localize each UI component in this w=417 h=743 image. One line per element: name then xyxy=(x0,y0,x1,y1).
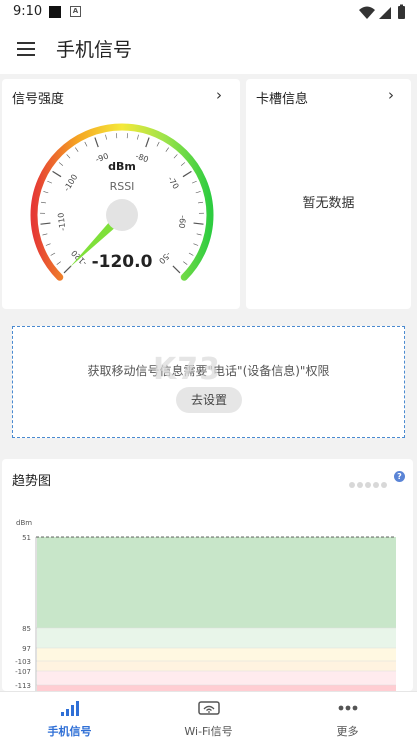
nav-item-more[interactable]: 更多 xyxy=(278,692,417,743)
gauge-minor-tick xyxy=(198,201,204,204)
nav-item-phone-signal[interactable]: 手机信号 xyxy=(0,692,139,743)
status-time: 9:10 xyxy=(13,4,43,19)
gauge-minor-tick xyxy=(75,147,79,152)
gauge-minor-tick xyxy=(42,233,48,236)
gauge-hub xyxy=(106,199,138,231)
gauge-tick-label: -80 xyxy=(134,151,149,164)
gauge-value: -120.0 xyxy=(92,252,153,272)
trend-tick-label: 97 xyxy=(22,645,31,653)
gauge-minor-tick xyxy=(137,134,139,140)
trend-tick-label: -103 xyxy=(15,658,31,666)
trend-band xyxy=(37,648,396,661)
bottom-navigation: 手机信号 Wi-Fi信号 更多 xyxy=(0,691,417,743)
more-dots-icon xyxy=(338,705,358,711)
gauge-minor-tick xyxy=(43,191,49,194)
status-icons xyxy=(359,4,405,19)
gauge-minor-tick xyxy=(45,243,51,246)
menu-icon[interactable] xyxy=(14,37,38,61)
gauge-minor-tick xyxy=(47,180,53,184)
trend-tick-label: 51 xyxy=(22,534,31,542)
gauge-minor-tick xyxy=(105,134,107,140)
gauge-minor-tick xyxy=(50,252,56,256)
gauge-minor-tick xyxy=(165,147,169,152)
trend-chart: dBm 51 85 97 -103 -107 -113 xyxy=(15,519,396,691)
gauge-tick-label: -60 xyxy=(177,215,187,229)
gauge-major-tick xyxy=(145,137,150,148)
battery-icon xyxy=(398,6,405,19)
trend-tick-label: -113 xyxy=(15,682,31,690)
trend-y-axis-label: dBm xyxy=(16,519,32,527)
signal-gauge: -120-110-100-90-80-70-60-50 dBm RSSI -12… xyxy=(30,123,214,281)
trend-band xyxy=(37,537,396,628)
nav-label-more: 更多 xyxy=(336,725,359,738)
status-bar: 9:10 A xyxy=(0,0,417,24)
gauge-tick-label: -100 xyxy=(62,173,79,193)
nav-label-wifi-signal: Wi-Fi信号 xyxy=(184,725,233,738)
gauge-minor-tick xyxy=(191,180,197,184)
trend-card: 趋势图 ? dBm 51 85 97 -103 -107 -113 xyxy=(2,459,413,691)
gauge-minor-tick xyxy=(40,201,46,204)
k73-watermark-logo: K73 xyxy=(153,352,221,387)
trend-tick-label: 85 xyxy=(22,625,31,633)
gauge-minor-tick xyxy=(193,243,199,246)
sim-card-title: 卡槽信息 xyxy=(256,92,309,107)
gauge-measure: RSSI xyxy=(110,180,135,193)
gauge-tick-label: -70 xyxy=(166,175,181,191)
sim-slot-card[interactable]: 卡槽信息 › 暂无数据 xyxy=(246,79,411,309)
gauge-major-tick xyxy=(172,265,181,274)
gauge-minor-tick xyxy=(156,141,160,147)
sim-card-chevron-icon[interactable]: › xyxy=(388,86,394,104)
signal-bars-icon xyxy=(61,701,79,716)
nav-label-phone-signal: 手机信号 xyxy=(47,725,92,738)
gauge-major-tick xyxy=(94,137,99,148)
sim-empty-text: 暂无数据 xyxy=(302,196,355,211)
gauge-minor-tick xyxy=(173,154,178,159)
trend-tick-label: -107 xyxy=(15,668,31,676)
gauge-unit: dBm xyxy=(108,160,136,173)
notification-a-icon: A xyxy=(70,6,81,17)
gauge-minor-tick xyxy=(56,261,61,265)
signal-strength-card[interactable]: 信号强度 › -120-110-100-90-80-70-60-50 dBm R… xyxy=(2,79,240,309)
wifi-status-icon xyxy=(359,6,375,19)
gauge-minor-tick xyxy=(183,261,188,265)
permission-banner: 获取移动信号信息需要"电话"(设备信息)"权限 K73 去设置 xyxy=(12,326,405,438)
trend-tick-labels: 51 85 97 -103 -107 -113 xyxy=(15,534,31,690)
go-settings-button[interactable]: 去设置 xyxy=(176,387,242,413)
gauge-minor-tick xyxy=(58,162,64,166)
gauge-minor-tick xyxy=(84,141,88,147)
gauge-major-tick xyxy=(193,222,204,225)
gauge-major-tick xyxy=(52,170,62,178)
trend-band xyxy=(37,661,396,671)
cell-signal-icon xyxy=(379,7,391,19)
notification-square-icon xyxy=(49,6,61,18)
gauge-tick-label: -110 xyxy=(56,212,67,231)
gauge-minor-tick xyxy=(196,233,202,236)
trend-band xyxy=(37,628,396,648)
page-title: 手机信号 xyxy=(56,39,133,61)
gauge-major-tick xyxy=(182,170,192,178)
gauge-minor-tick xyxy=(188,252,194,256)
gauge-minor-tick xyxy=(66,154,71,159)
app-bar: 手机信号 xyxy=(0,24,417,74)
wifi-icon xyxy=(198,701,220,715)
nav-item-wifi-signal[interactable]: Wi-Fi信号 xyxy=(139,692,278,743)
gauge-major-tick xyxy=(40,222,51,225)
gauge-tick-label: -50 xyxy=(157,250,173,266)
gauge-minor-tick xyxy=(180,162,186,166)
trend-band xyxy=(37,671,396,685)
trend-bands xyxy=(36,537,396,691)
gauge-minor-tick xyxy=(195,191,201,194)
